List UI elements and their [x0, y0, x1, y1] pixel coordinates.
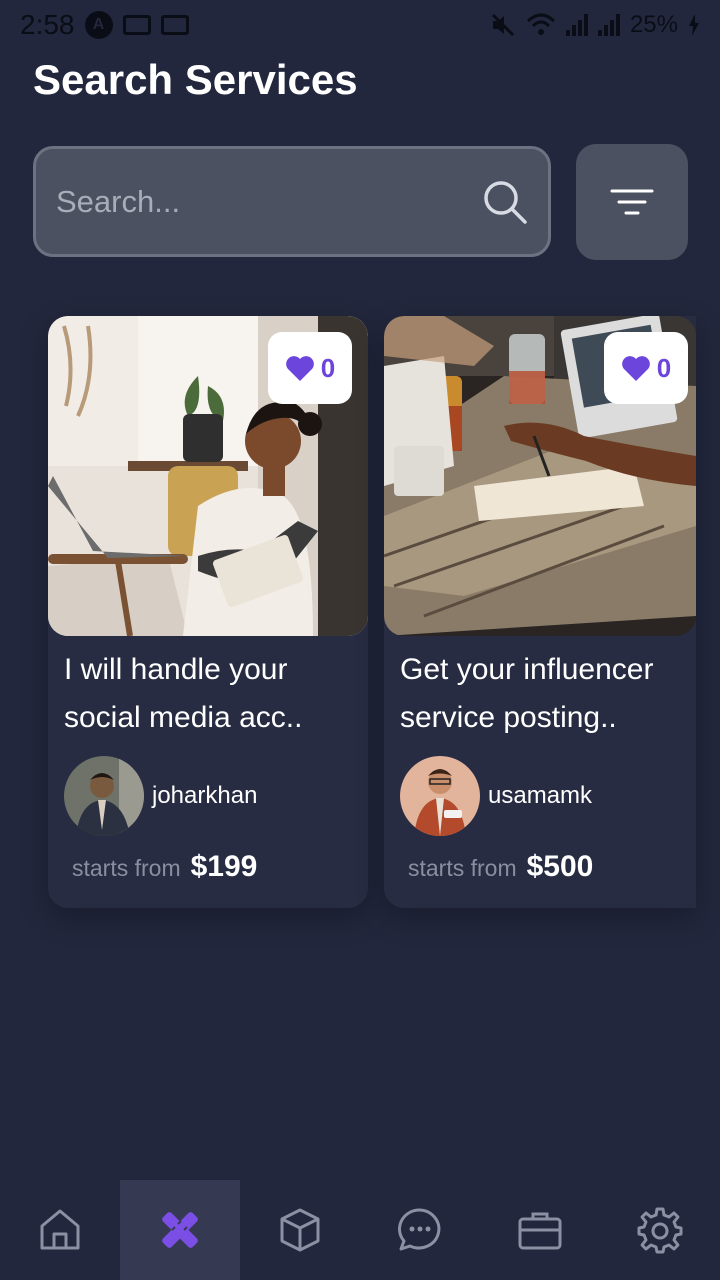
like-count: 0 [656, 352, 672, 383]
like-count: 0 [320, 352, 336, 383]
price-value: $199 [190, 850, 258, 883]
app-notification-icon: A [84, 11, 113, 39]
seller-info[interactable]: joharkhan [64, 756, 257, 836]
service-title[interactable]: I will handle your social media acc.. [64, 646, 360, 742]
seller-name[interactable]: joharkhan [152, 782, 257, 810]
message-notification-icon [160, 15, 189, 35]
chat-icon [398, 1208, 441, 1251]
bottom-navigation [0, 1180, 720, 1280]
service-title-line: I will handle your [64, 653, 288, 686]
status-bar: 2:58 A 25% [0, 0, 720, 50]
heart-icon [285, 356, 314, 381]
services-tools-icon [162, 1212, 198, 1248]
avatar[interactable] [400, 756, 480, 836]
search-input[interactable] [56, 183, 482, 220]
service-title-line: social media acc.. [64, 701, 303, 734]
service-title[interactable]: Get your influencer service posting.. [400, 646, 696, 742]
like-button[interactable]: 0 [604, 332, 688, 404]
settings-gear-icon [637, 1207, 683, 1254]
price-label: starts from [72, 855, 181, 881]
filter-button[interactable] [576, 144, 688, 260]
home-icon [40, 1209, 80, 1250]
service-card[interactable]: 0 Get your influencer service posting.. … [384, 316, 696, 908]
service-title-line: service posting.. [400, 701, 617, 734]
signal-icon [565, 14, 588, 36]
nav-settings[interactable] [600, 1180, 720, 1280]
service-card[interactable]: 0 I will handle your social media acc.. … [48, 316, 368, 908]
nav-orders[interactable] [240, 1180, 360, 1280]
search-icon[interactable] [482, 179, 528, 225]
avatar[interactable] [64, 756, 144, 836]
nav-messages[interactable] [360, 1180, 480, 1280]
price-row: starts from $199 [72, 850, 257, 884]
service-image[interactable]: 0 [48, 316, 368, 636]
charging-icon [689, 14, 699, 36]
wifi-icon [526, 13, 555, 35]
search-services-screen: 2:58 A 25% Search Services Search... 0 I… [0, 0, 720, 1280]
box-icon [280, 1208, 320, 1252]
heart-icon [621, 356, 650, 381]
filter-icon [610, 189, 654, 215]
price-label: starts from [408, 855, 517, 881]
status-time: 2:58 [20, 9, 75, 40]
signal-icon [597, 14, 620, 36]
battery-level: 25% [629, 11, 678, 38]
nav-jobs[interactable] [480, 1180, 600, 1280]
service-image[interactable]: 0 [384, 316, 696, 636]
seller-info[interactable]: usamamk [400, 756, 592, 836]
nav-home[interactable] [0, 1180, 120, 1280]
briefcase-icon [518, 1212, 562, 1250]
price-value: $500 [526, 850, 594, 883]
mute-icon [491, 13, 515, 37]
status-right: 25% [490, 11, 700, 39]
service-title-line: Get your influencer [400, 653, 654, 686]
page-title: Search Services [33, 56, 358, 103]
like-button[interactable]: 0 [268, 332, 352, 404]
price-row: starts from $500 [408, 850, 593, 884]
status-left: 2:58 A [20, 9, 189, 41]
nav-services[interactable] [120, 1180, 240, 1280]
message-notification-icon [122, 15, 151, 35]
seller-name[interactable]: usamamk [488, 782, 592, 810]
search-box[interactable] [33, 146, 551, 257]
